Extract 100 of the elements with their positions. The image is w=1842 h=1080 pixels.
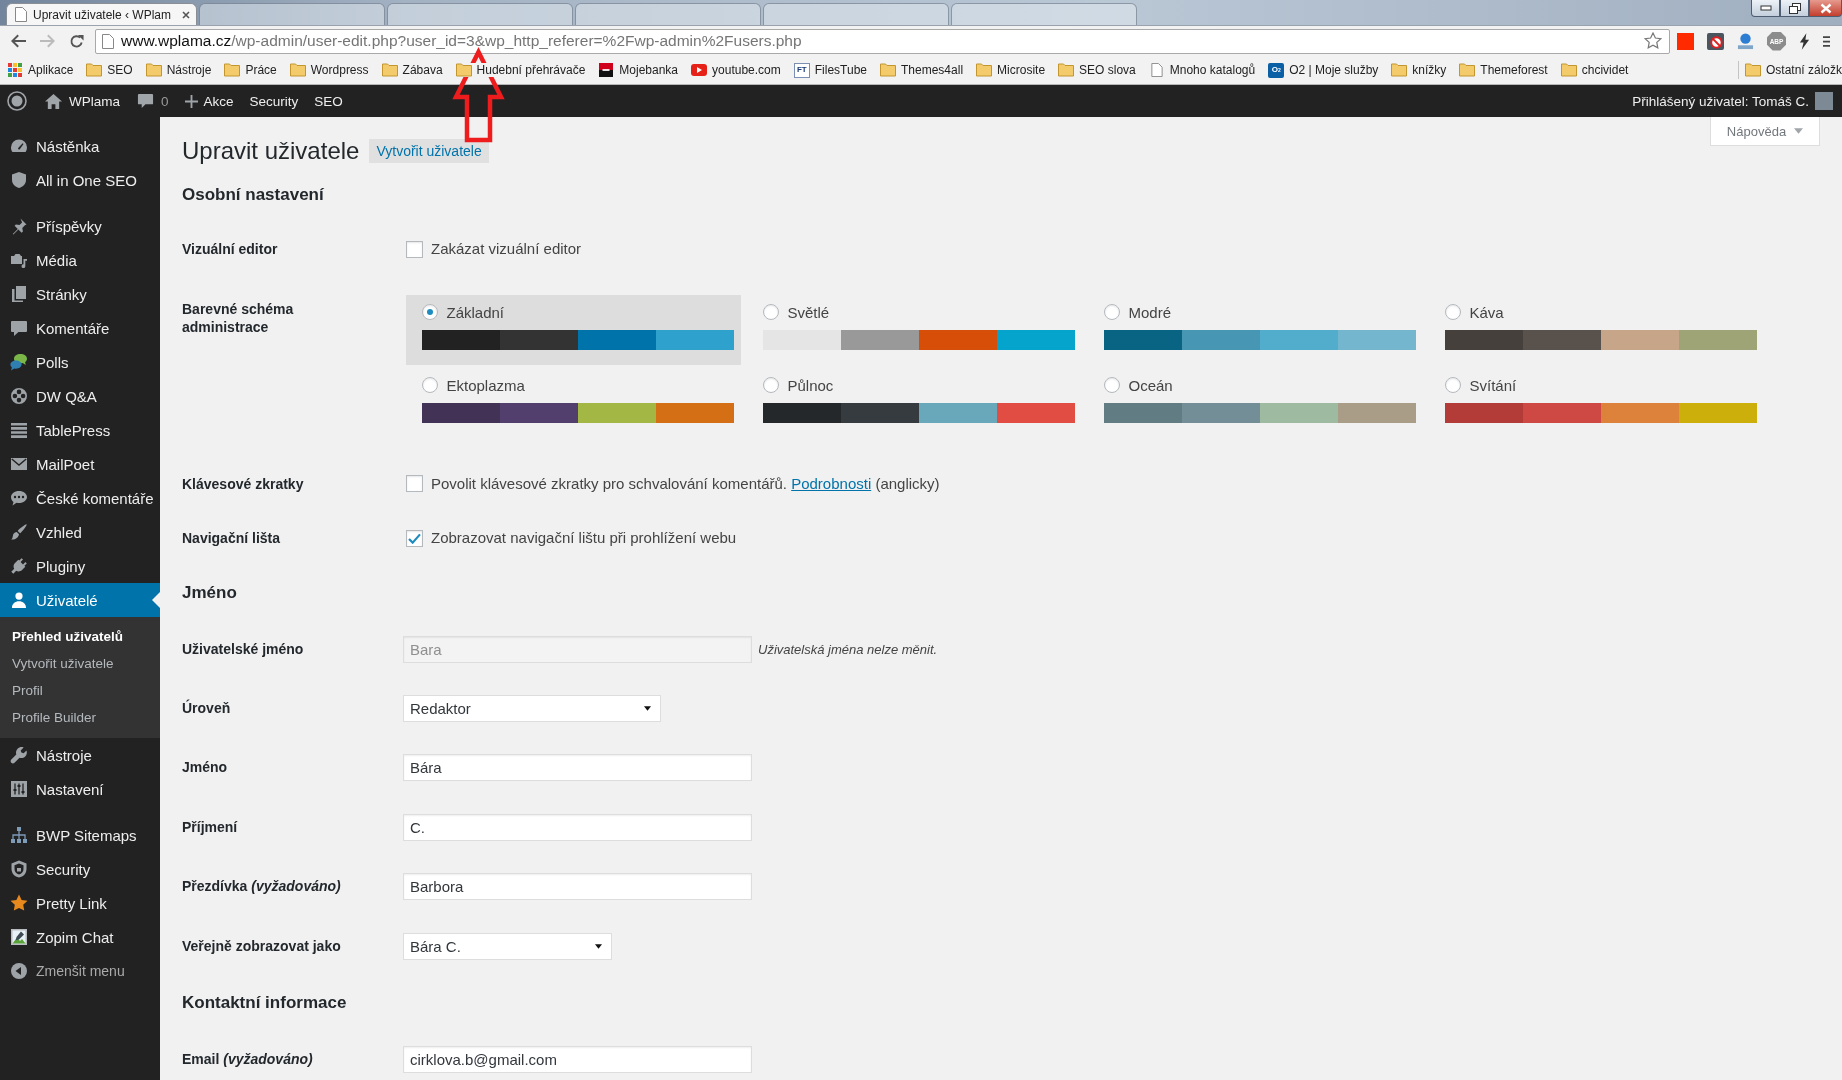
help-tab[interactable]: Nápověda xyxy=(1710,117,1820,146)
menu-item[interactable]: Security xyxy=(0,852,160,886)
picture-icon xyxy=(9,927,29,947)
bookmark-link[interactable]: Wordpress xyxy=(289,63,369,77)
browser-tab[interactable] xyxy=(575,3,761,25)
browser-tab[interactable] xyxy=(951,3,1137,25)
admin-bar-link[interactable]: Security xyxy=(249,93,299,109)
site-link[interactable]: WPlama xyxy=(44,92,120,110)
bookmark-link[interactable]: knížky xyxy=(1391,63,1447,77)
submenu-item[interactable]: Profil xyxy=(0,677,160,704)
menu-item[interactable]: TablePress xyxy=(0,413,160,447)
menu-item[interactable]: Vzhled xyxy=(0,515,160,549)
browser-tab[interactable]: Upravit uživatele ‹ WPlam xyxy=(6,3,197,25)
star-icon[interactable] xyxy=(1644,32,1662,50)
text-field[interactable]: C. xyxy=(403,813,752,841)
bookmark-link[interactable]: Themes4all xyxy=(880,63,964,77)
bookmark-link[interactable]: youtube.com xyxy=(691,63,781,77)
radio-button[interactable] xyxy=(1103,304,1120,321)
bookmark-link[interactable]: Hudební přehrávače xyxy=(455,63,586,77)
text-field[interactable]: cirklova.b@gmail.com xyxy=(403,1045,752,1073)
section-heading: Jméno xyxy=(182,581,238,604)
menu-item[interactable]: Zopim Chat xyxy=(0,920,160,954)
menu-item[interactable]: Média xyxy=(0,243,160,277)
text-field[interactable]: Barbora xyxy=(403,873,752,901)
menu-item[interactable]: All in One SEO xyxy=(0,163,160,197)
folder-icon xyxy=(1560,63,1577,77)
menu-item[interactable]: Polls xyxy=(0,345,160,379)
menu-item[interactable]: Pluginy xyxy=(0,549,160,583)
selected-scheme-option[interactable]: Základní xyxy=(406,294,741,365)
menu-item[interactable]: Nástěnka xyxy=(0,129,160,163)
reload-icon[interactable] xyxy=(69,33,84,49)
comments-link[interactable]: 0 xyxy=(136,92,169,110)
submenu-item[interactable]: Profile Builder xyxy=(0,704,160,731)
bookmark-link[interactable]: chcividet xyxy=(1560,63,1629,77)
bookmark-link[interactable]: SEO slova xyxy=(1058,63,1136,77)
address-bar[interactable]: www.wplama.cz/wp-admin/user-edit.php?user_id=3&wp_http_referer=%2Fwp-admin%2Fusers.php xyxy=(95,28,1670,54)
lightning-icon[interactable] xyxy=(1799,32,1810,50)
play-icon xyxy=(691,63,708,77)
browser-tab[interactable] xyxy=(199,3,385,25)
bookmark-link[interactable]: Themeforest xyxy=(1459,63,1548,77)
logo-icon[interactable] xyxy=(7,91,27,111)
menu-item[interactable]: Komentáře xyxy=(0,311,160,345)
bookmark-link[interactable]: SEO xyxy=(86,63,133,77)
menu-item[interactable]: DW Q&A xyxy=(0,379,160,413)
menu-item[interactable]: Uživatelé xyxy=(0,583,160,617)
menu-item[interactable]: Nástroje xyxy=(0,738,160,772)
badge-icon[interactable] xyxy=(1737,32,1754,50)
menu-item[interactable]: Pretty Link xyxy=(0,886,160,920)
dropdown[interactable]: Bára C. xyxy=(403,932,612,960)
close-icon[interactable] xyxy=(182,10,190,19)
admin-bar-link[interactable]: SEO xyxy=(314,93,343,109)
blocked-icon[interactable] xyxy=(1707,32,1724,50)
menu-item[interactable]: MailPoet xyxy=(0,447,160,481)
menu-item[interactable]: BWP Sitemaps xyxy=(0,818,160,852)
bookmark-link[interactable]: Mojebanka xyxy=(598,63,679,77)
minimize-button[interactable] xyxy=(1751,0,1780,17)
folder-icon xyxy=(145,63,162,77)
submenu-item[interactable]: Přehled uživatelů xyxy=(0,623,160,650)
bookmark-folder[interactable]: Ostatní záložk xyxy=(1744,63,1842,77)
checkbox[interactable] xyxy=(406,475,423,493)
radio-button[interactable] xyxy=(1444,304,1461,321)
menu-item[interactable]: Nastavení xyxy=(0,772,160,806)
radio-button[interactable] xyxy=(762,304,779,321)
checkbox[interactable] xyxy=(406,529,423,547)
radio-button[interactable] xyxy=(762,377,779,394)
radio-button[interactable] xyxy=(421,377,438,394)
bookmark-link[interactable]: Microsite xyxy=(976,63,1046,77)
folder-icon xyxy=(224,63,241,77)
bookmark-link[interactable]: Aplikace xyxy=(7,63,74,77)
collapse-menu-button[interactable]: Zmenšit menu xyxy=(0,954,160,988)
browser-tab[interactable] xyxy=(763,3,949,25)
text-field[interactable]: Bára xyxy=(403,754,752,782)
submenu-item[interactable]: Vytvořit uživatele xyxy=(0,650,160,677)
back-icon[interactable] xyxy=(9,32,27,50)
menu-item[interactable]: České komentáře xyxy=(0,481,160,515)
new-content-link[interactable]: Akce xyxy=(184,93,234,109)
bookmark-link[interactable]: Práce xyxy=(224,63,277,77)
bookmark-link[interactable]: Mnoho katalogů xyxy=(1148,63,1256,77)
minimize-icon xyxy=(1759,5,1772,11)
close-button[interactable] xyxy=(1809,0,1842,17)
checkbox[interactable] xyxy=(406,240,423,258)
menu-icon[interactable] xyxy=(1823,34,1830,48)
section-heading: Kontaktní informace xyxy=(182,991,348,1014)
menu-item[interactable]: Stránky xyxy=(0,277,160,311)
scheme-name: Základní xyxy=(446,303,505,321)
radio-button[interactable] xyxy=(421,304,438,321)
menu-item[interactable]: Příspěvky xyxy=(0,209,160,243)
details-link[interactable]: Podrobnosti xyxy=(791,474,872,492)
account-link[interactable]: Přihlášený uživatel: Tomáš C. xyxy=(1632,92,1833,110)
dropdown[interactable]: Redaktor xyxy=(403,695,661,723)
folder-icon xyxy=(880,63,896,77)
radio-button[interactable] xyxy=(1103,377,1120,394)
maximize-button[interactable] xyxy=(1780,0,1809,17)
square-icon[interactable] xyxy=(1677,32,1694,50)
add-new-button[interactable]: Vytvořit uživatele xyxy=(369,139,489,163)
bookmark-link[interactable]: Nástroje xyxy=(145,63,212,77)
bookmark-link[interactable]: Zábava xyxy=(381,63,443,77)
bookmark-link[interactable]: FT FilesTube xyxy=(793,62,867,78)
browser-tab[interactable] xyxy=(387,3,573,25)
radio-button[interactable] xyxy=(1444,377,1461,394)
